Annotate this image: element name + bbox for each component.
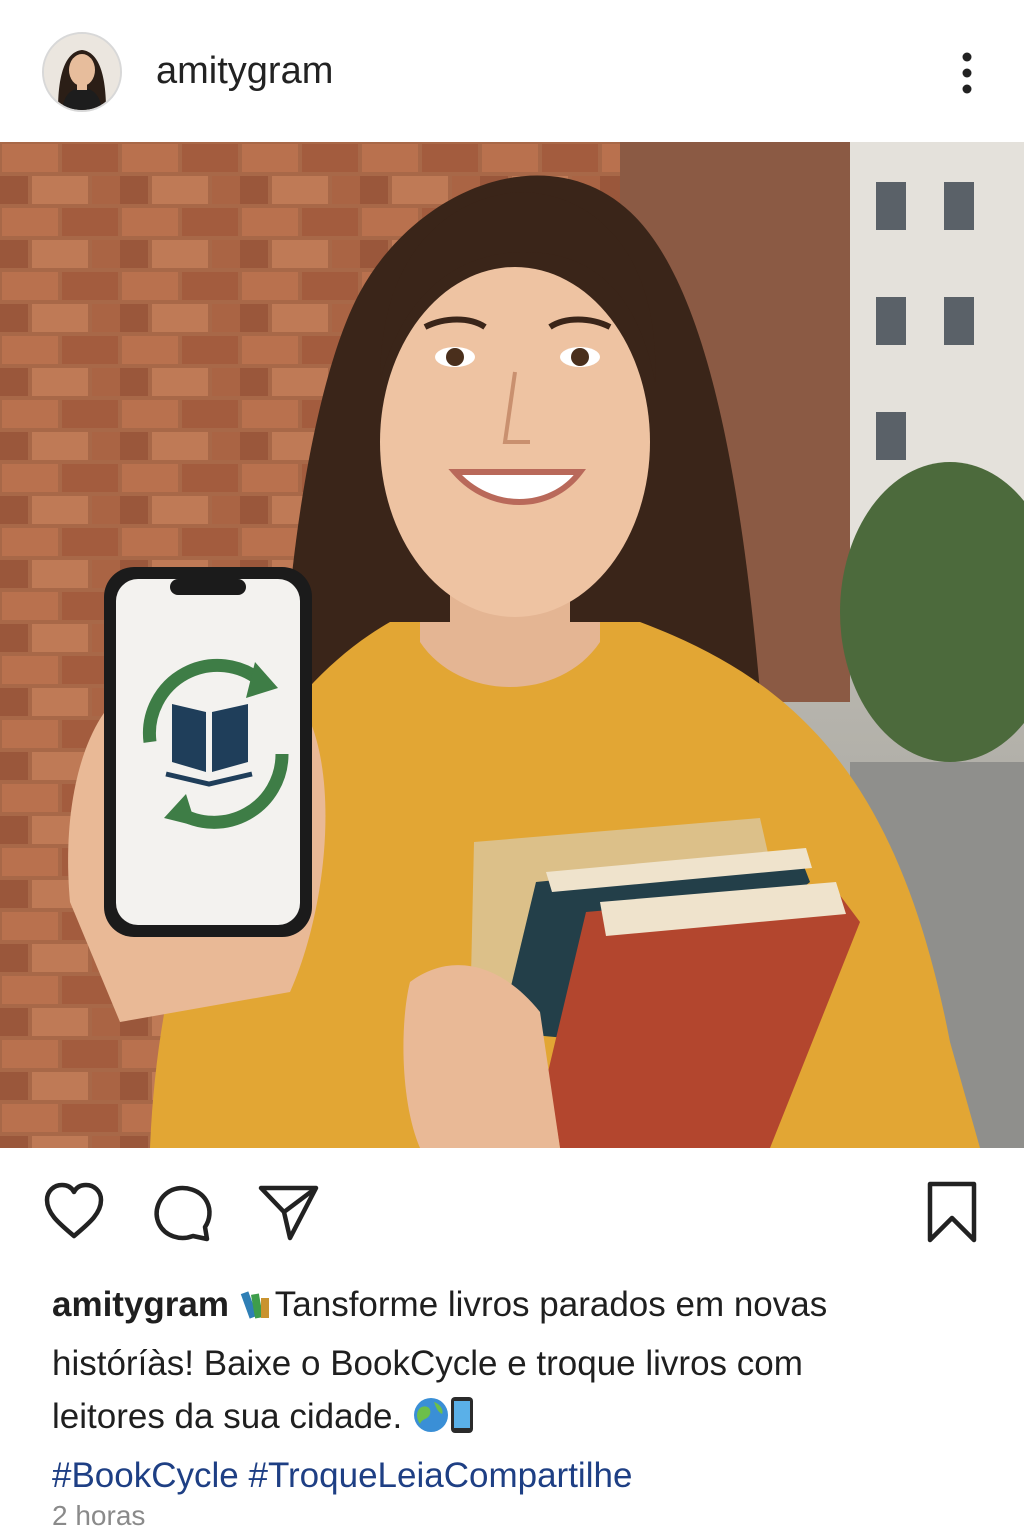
save-button[interactable] bbox=[920, 1180, 984, 1244]
more-vertical-icon bbox=[962, 52, 972, 94]
comment-button[interactable] bbox=[150, 1180, 214, 1244]
bookmark-icon bbox=[927, 1181, 977, 1243]
more-options-button[interactable] bbox=[944, 48, 990, 98]
caption-text-line3: leitores da sua cidade. bbox=[52, 1397, 403, 1436]
caption-hashtags[interactable]: #BookCycle #TroqueLeiaCompartilhe bbox=[52, 1456, 632, 1495]
caption-text-line1: Tansforme livros parados em novas bbox=[274, 1285, 828, 1324]
phone-emoji-icon bbox=[450, 1396, 474, 1449]
comment-icon bbox=[154, 1185, 212, 1242]
post-caption: amitygram Tansforme livros parados em no… bbox=[52, 1278, 982, 1502]
caption-text-line2: históríàs! Baixe o BookCycle e troque li… bbox=[52, 1344, 803, 1383]
post-username[interactable]: amitygram bbox=[156, 50, 333, 93]
post-image[interactable] bbox=[0, 142, 1024, 1148]
like-button[interactable] bbox=[42, 1180, 106, 1244]
send-icon bbox=[258, 1185, 319, 1241]
action-bar bbox=[0, 1160, 1024, 1260]
globe-emoji-icon bbox=[412, 1396, 450, 1449]
caption-username[interactable]: amitygram bbox=[52, 1285, 229, 1324]
books-emoji-icon bbox=[239, 1284, 275, 1337]
avatar[interactable] bbox=[42, 32, 122, 112]
post-header: amitygram bbox=[0, 0, 1024, 142]
share-button[interactable] bbox=[256, 1180, 320, 1244]
post-timestamp: 2 horas bbox=[52, 1500, 146, 1531]
heart-icon bbox=[44, 1182, 104, 1239]
